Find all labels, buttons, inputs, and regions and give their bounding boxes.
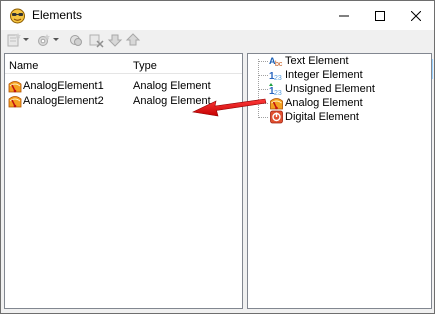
svg-text:bc: bc bbox=[275, 61, 283, 68]
tree-branch bbox=[258, 103, 268, 104]
table-row[interactable]: AnalogElement1 Analog Element bbox=[5, 79, 242, 93]
analog-element-icon bbox=[8, 81, 22, 93]
element-list[interactable]: Name Type AnalogElement1 Analog Element … bbox=[4, 53, 243, 309]
tree-item-digital-element[interactable]: Digital Element bbox=[258, 110, 428, 124]
tree-item-label: Text Element bbox=[285, 55, 349, 67]
delete-element-button[interactable] bbox=[88, 30, 104, 50]
tree-item-analog-element[interactable]: Analog Element bbox=[258, 96, 428, 110]
tree-item-label: Unsigned Element bbox=[285, 83, 375, 95]
element-type-tree[interactable]: A bc Text Element 1 23 Integer Element 1… bbox=[247, 53, 432, 309]
text-element-icon: A bc bbox=[269, 56, 283, 68]
move-up-icon bbox=[125, 33, 141, 46]
row-type: Analog Element bbox=[133, 95, 211, 107]
header-divider bbox=[5, 73, 242, 74]
close-icon bbox=[411, 10, 421, 21]
tree-item-label: Analog Element bbox=[285, 97, 363, 109]
column-header-type[interactable]: Type bbox=[133, 60, 157, 72]
copy-element-button[interactable] bbox=[68, 30, 84, 50]
integer-element-icon: 1 23 bbox=[269, 71, 282, 82]
maximize-button[interactable] bbox=[362, 1, 398, 30]
tree-item-text-element[interactable]: A bc Text Element bbox=[258, 54, 428, 68]
close-button[interactable] bbox=[398, 1, 434, 30]
tree-branch bbox=[258, 75, 268, 76]
minimize-button[interactable] bbox=[326, 1, 362, 30]
element-settings-button[interactable] bbox=[36, 30, 52, 50]
new-element-dropdown[interactable] bbox=[22, 30, 30, 50]
row-name: AnalogElement1 bbox=[23, 80, 104, 92]
row-type: Analog Element bbox=[133, 80, 211, 92]
delete-icon bbox=[89, 34, 104, 48]
toolbar: 1 23 bbox=[1, 30, 434, 79]
window-title: Elements bbox=[32, 8, 83, 22]
chevron-down-icon bbox=[53, 38, 59, 41]
chevron-down-icon bbox=[23, 38, 29, 41]
new-element-icon bbox=[7, 33, 21, 47]
row-name: AnalogElement2 bbox=[23, 95, 104, 107]
unsigned-element-icon: 1 23 bbox=[269, 83, 282, 96]
copy-icon bbox=[70, 35, 82, 46]
tree-branch bbox=[258, 117, 268, 118]
tree-branch bbox=[258, 61, 268, 62]
tree-item-label: Integer Element bbox=[285, 69, 363, 81]
tree-item-unsigned-element[interactable]: 1 23 Unsigned Element bbox=[258, 82, 428, 96]
tree-item-label: Digital Element bbox=[285, 111, 359, 123]
minimize-icon bbox=[339, 15, 349, 16]
move-down-button[interactable] bbox=[107, 30, 123, 50]
analog-element-icon bbox=[8, 96, 22, 108]
tree-item-integer-element[interactable]: 1 23 Integer Element bbox=[258, 68, 428, 82]
elements-window: Elements Name Type AnalogElement1 Analog… bbox=[0, 0, 435, 314]
svg-text:23: 23 bbox=[274, 75, 282, 82]
analog-element-icon bbox=[270, 98, 283, 110]
settings-icon bbox=[38, 34, 50, 46]
title-bar[interactable]: Elements bbox=[1, 1, 434, 30]
element-settings-dropdown[interactable] bbox=[52, 30, 60, 50]
maximize-icon bbox=[375, 10, 385, 21]
column-header-name[interactable]: Name bbox=[9, 60, 38, 72]
table-row[interactable]: AnalogElement2 Analog Element bbox=[5, 94, 242, 108]
digital-element-icon bbox=[270, 110, 283, 124]
new-element-button[interactable] bbox=[6, 30, 22, 50]
app-icon bbox=[10, 8, 25, 24]
tree-branch bbox=[258, 89, 268, 90]
move-down-icon bbox=[107, 34, 123, 47]
move-up-button[interactable] bbox=[125, 30, 141, 50]
